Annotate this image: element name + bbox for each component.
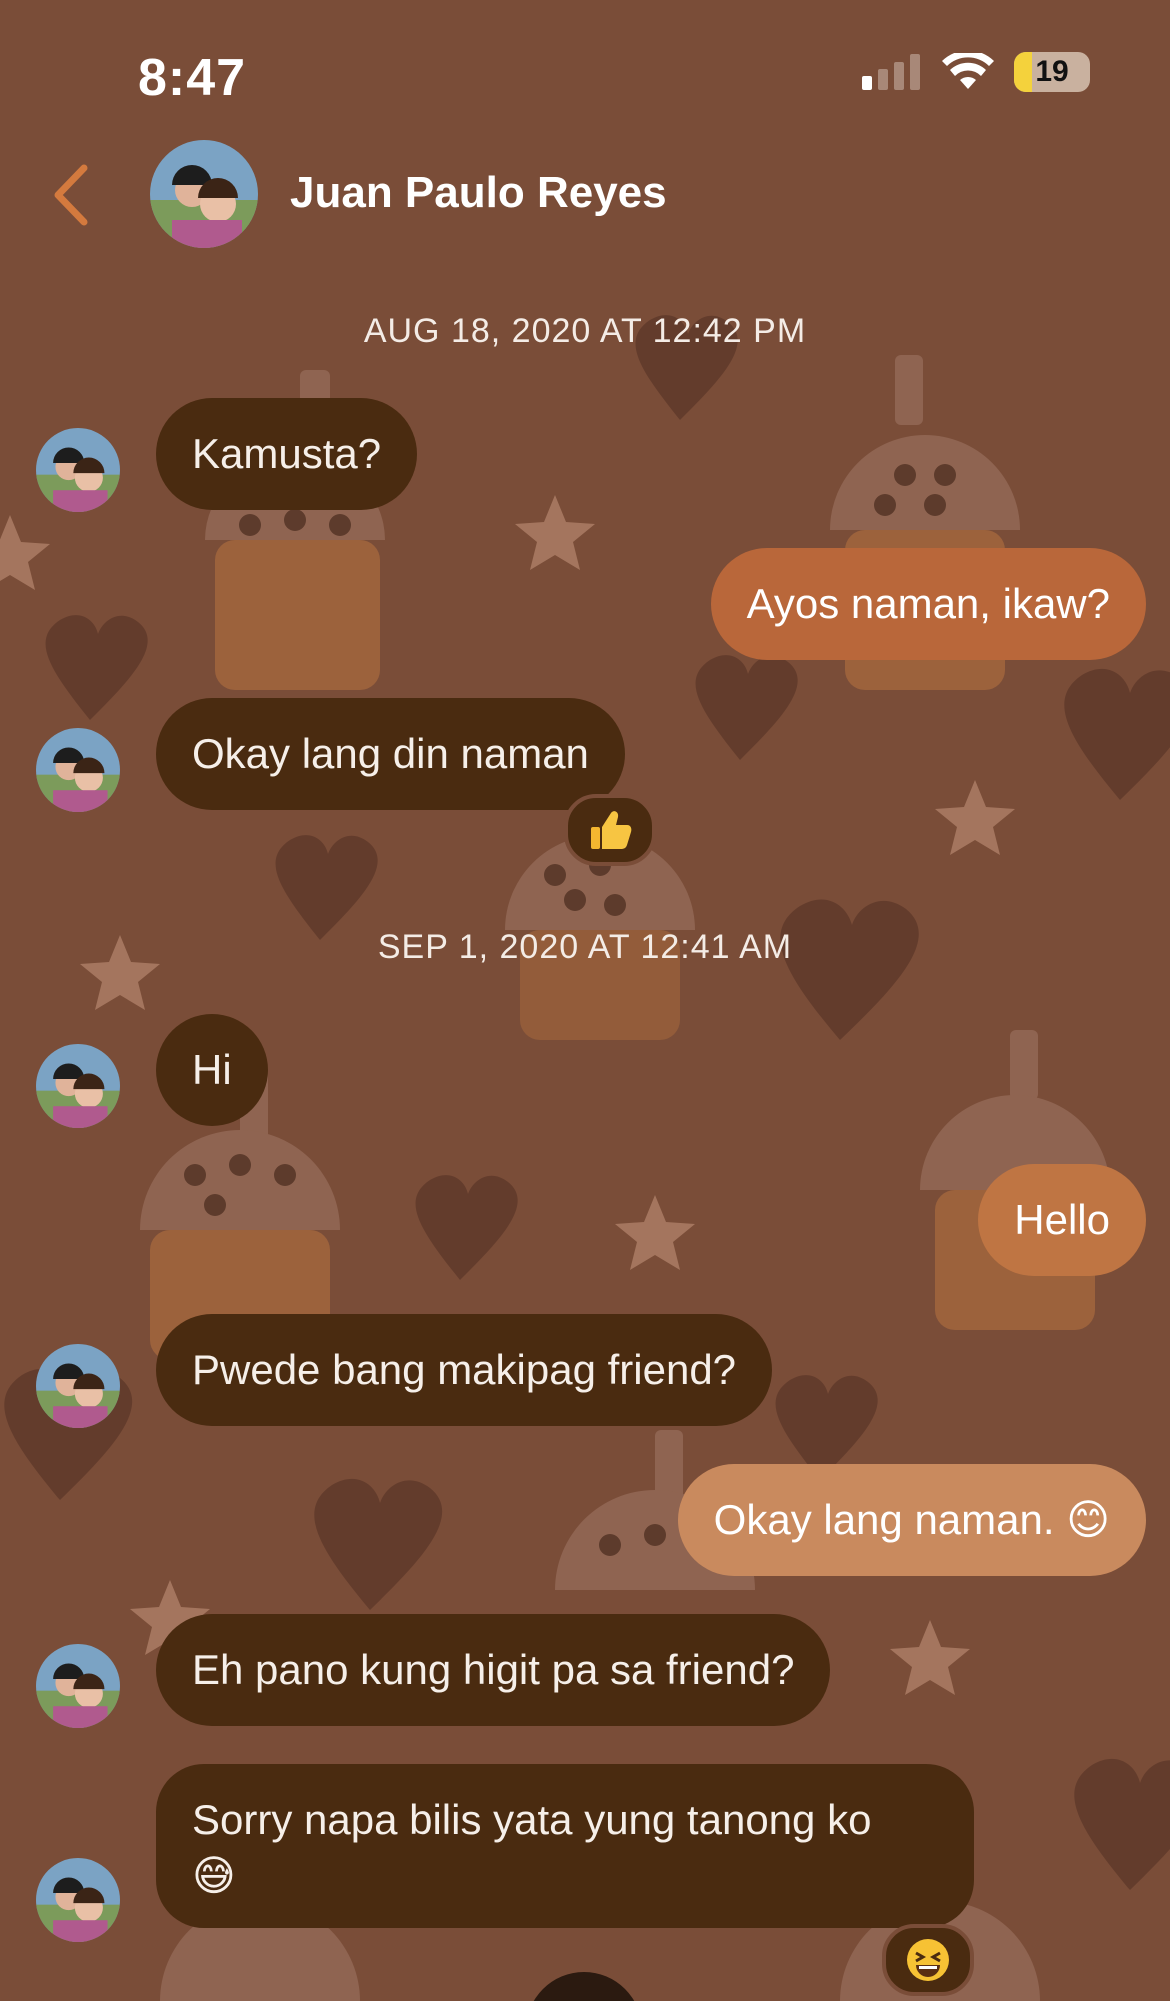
battery-level: 19 — [1035, 55, 1069, 88]
chevron-left-icon — [54, 164, 88, 226]
message-text: Sorry napa bilis yata yung tanong ko — [192, 1796, 872, 1843]
status-icons: 19 — [862, 52, 1090, 92]
contact-name[interactable]: Juan Paulo Reyes — [290, 168, 667, 218]
chat-screen: 8:47 19 Juan Paulo Reyes AUG 18, 2020 AT… — [0, 0, 1170, 2001]
status-time: 8:47 — [138, 49, 247, 107]
laughing-face-icon — [907, 1939, 949, 1981]
message-bubble-outgoing[interactable]: Okay lang naman. 😊 — [677, 1464, 1146, 1576]
message-bubble-incoming[interactable]: Sorry napa bilis yata yung tanong ko 😅 — [156, 1764, 974, 1928]
timestamp-divider: AUG 18, 2020 AT 12:42 PM — [363, 312, 807, 350]
battery-icon: 19 — [1014, 52, 1090, 92]
message-bubble-incoming[interactable]: Okay lang din naman — [156, 698, 625, 810]
message-bubble-outgoing[interactable]: Ayos naman, ikaw? — [710, 548, 1146, 660]
sender-avatar[interactable] — [36, 1858, 120, 1942]
signal-icon — [862, 54, 920, 90]
scroll-to-bottom-button[interactable] — [526, 1972, 642, 2001]
back-button[interactable] — [40, 155, 100, 235]
message-bubble-incoming[interactable]: Hi — [156, 1014, 268, 1126]
timestamp-divider: SEP 1, 2020 AT 12:41 AM — [377, 928, 793, 966]
message-bubble-incoming[interactable]: Eh pano kung higit pa sa friend? — [156, 1614, 831, 1726]
sender-avatar[interactable] — [36, 1644, 120, 1728]
reaction-badge[interactable] — [882, 1924, 974, 1996]
sender-avatar[interactable] — [36, 1044, 120, 1128]
thumbs-up-icon — [591, 811, 632, 849]
message-bubble-incoming[interactable]: Kamusta? — [156, 398, 418, 510]
message-bubble-outgoing[interactable]: Hello — [978, 1164, 1146, 1276]
sender-avatar[interactable] — [36, 428, 120, 512]
wifi-icon — [942, 53, 994, 89]
message-bubble-incoming[interactable]: Pwede bang makipag friend? — [156, 1314, 773, 1426]
sender-avatar[interactable] — [36, 728, 120, 812]
sender-avatar[interactable] — [36, 1344, 120, 1428]
contact-avatar[interactable] — [150, 140, 258, 248]
reaction-badge[interactable] — [564, 794, 656, 866]
message-emoji: 😅 — [192, 1852, 236, 1899]
